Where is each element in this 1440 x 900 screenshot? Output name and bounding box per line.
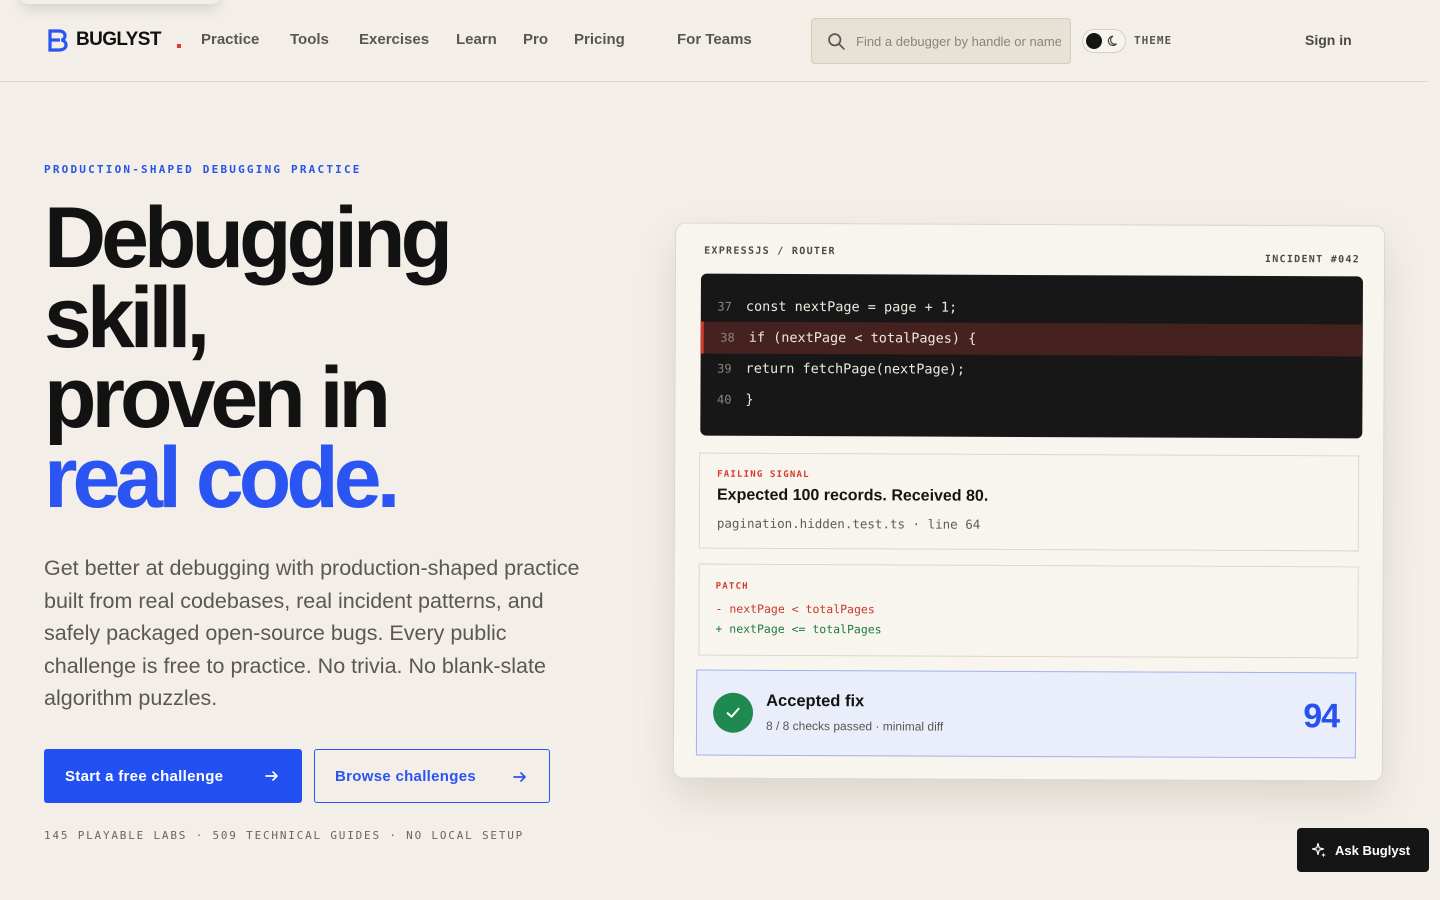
sign-in-link[interactable]: Sign in	[1305, 32, 1352, 48]
brand-name: BUGLYST	[76, 29, 161, 50]
code-line: 37 const nextPage = page + 1;	[701, 291, 1363, 326]
theme-toggle[interactable]	[1082, 29, 1126, 53]
nav-tools[interactable]: Tools	[290, 31, 329, 48]
nav-for-teams[interactable]: For Teams	[677, 31, 752, 48]
arrow-right-icon	[513, 772, 526, 782]
moon-icon	[1107, 35, 1117, 46]
hero-description: Get better at debugging with production-…	[44, 556, 580, 710]
search-input[interactable]	[856, 33, 1061, 49]
failing-signal-label: FAILING SIGNAL	[717, 469, 810, 481]
toggle-knob	[1086, 33, 1102, 49]
start-challenge-label: Start a free challenge	[65, 767, 224, 785]
code-text: const nextPage = page + 1;	[745, 298, 958, 316]
theme-label: THEME	[1134, 34, 1173, 47]
patch-added-line: + nextPage <= totalPages	[715, 621, 882, 637]
nav-pro[interactable]: Pro	[523, 31, 548, 48]
line-number: 38	[720, 330, 735, 345]
arrow-right-icon	[265, 771, 278, 781]
nav-exercises[interactable]: Exercises	[359, 31, 429, 48]
top-navigation: BUGLYST Practice Tools Exercises Learn P…	[0, 0, 1428, 82]
nav-shadow-decoration	[20, 0, 220, 4]
hero-headline: Debugging skill, proven in real code.	[44, 195, 604, 521]
nav-pricing[interactable]: Pricing	[574, 31, 625, 48]
nav-learn[interactable]: Learn	[456, 31, 497, 48]
headline-accent: real code.	[44, 430, 401, 526]
logo-mark-icon	[48, 29, 68, 52]
code-text: if (nextPage < totalPages) {	[748, 329, 977, 347]
brand-logo[interactable]: BUGLYST	[46, 28, 181, 52]
failing-signal-panel: FAILING SIGNAL Expected 100 records. Rec…	[698, 452, 1360, 552]
ask-buglyst-label: Ask Buglyst	[1335, 842, 1411, 858]
nav-practice[interactable]: Practice	[201, 31, 259, 48]
ask-buglyst-button[interactable]: Ask Buglyst	[1297, 828, 1429, 872]
accepted-fix-title: Accepted fix	[766, 691, 865, 711]
code-snippet: 37 const nextPage = page + 1; 38 if (nex…	[700, 273, 1363, 439]
accepted-fix-panel: Accepted fix 8 / 8 checks passed · minim…	[695, 669, 1357, 759]
card-breadcrumb: EXPRESSJS / ROUTER	[704, 245, 836, 258]
incident-card: EXPRESSJS / ROUTER INCIDENT #042 37 cons…	[672, 222, 1386, 782]
code-line: 39 return fetchPage(nextPage);	[701, 353, 1363, 388]
fix-score: 94	[1303, 697, 1340, 736]
patch-label: PATCH	[715, 581, 749, 592]
brand-dot	[176, 44, 181, 48]
browse-challenges-label: Browse challenges	[335, 767, 476, 785]
incident-number: INCIDENT #042	[1264, 254, 1361, 266]
patch-panel: PATCH - nextPage < totalPages + nextPage…	[698, 563, 1359, 659]
line-number: 40	[716, 392, 732, 407]
sparkle-icon	[1311, 842, 1326, 858]
code-text: }	[745, 391, 754, 408]
code-text: return fetchPage(nextPage);	[745, 360, 966, 378]
accepted-fix-details: 8 / 8 checks passed · minimal diff	[765, 718, 944, 734]
start-free-challenge-button[interactable]: Start a free challenge	[44, 749, 302, 803]
search-icon	[828, 32, 845, 50]
line-number: 37	[717, 299, 732, 314]
check-circle-icon	[712, 692, 754, 733]
patch-removed-line: - nextPage < totalPages	[715, 601, 875, 617]
failing-signal-message: Expected 100 records. Received 80.	[716, 486, 989, 505]
failing-test-location: pagination.hidden.test.ts · line 64	[716, 515, 981, 532]
debugger-search[interactable]	[811, 18, 1071, 64]
code-line: 40 }	[700, 384, 1362, 419]
hero-stats: 145 PLAYABLE LABS · 509 TECHNICAL GUIDES…	[44, 829, 525, 842]
code-line-highlighted: 38 if (nextPage < totalPages) {	[700, 321, 1363, 357]
hero-eyebrow: PRODUCTION-SHAPED DEBUGGING PRACTICE	[44, 163, 362, 176]
line-number: 39	[717, 361, 732, 376]
browse-challenges-button[interactable]: Browse challenges	[314, 749, 550, 803]
